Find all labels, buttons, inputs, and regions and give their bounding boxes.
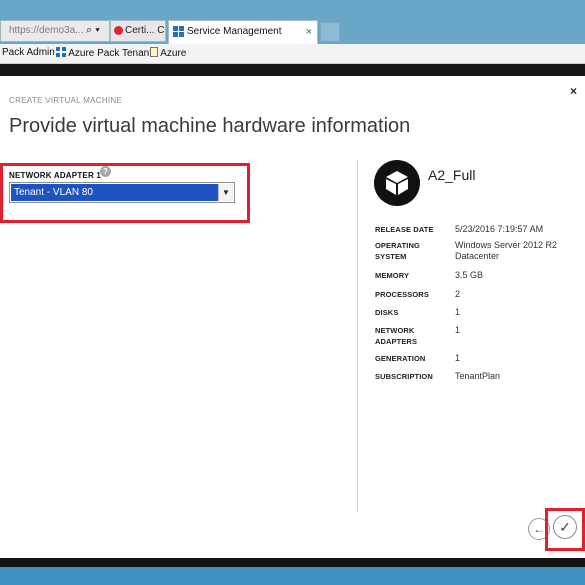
favorite-azure-label: Azure [160,48,187,59]
property-key: NETWORK ADAPTERS [375,326,418,346]
network-adapter-label: NETWORK ADAPTER 1 [9,171,101,180]
portal-overlay-top [0,64,585,76]
new-tab-button[interactable] [320,22,340,42]
favorite-azure[interactable]: Azure [150,47,186,59]
chevron-down-icon[interactable]: ▼ [218,184,233,201]
favorite-azure-pack-tenant-label: Azure Pack Tenant [68,48,152,59]
wizard-breadcrumb: CREATE VIRTUAL MACHINE [9,96,123,105]
property-key: PROCESSORS [375,290,429,299]
help-icon[interactable]: ? [100,166,111,177]
property-key: OPERATING SYSTEM [375,241,420,261]
property-value: 1 [455,307,461,317]
property-value: Windows Server 2012 R2 Datacenter [455,240,558,261]
vm-image-name: A2_Full [428,167,476,183]
tab-service-management[interactable]: Service Management × [168,20,318,44]
property-value: 1 [455,353,461,363]
property-key: DISKS [375,308,399,317]
property-key: SUBSCRIPTION [375,372,433,381]
close-icon[interactable]: × [570,84,577,98]
property-key: RELEASE DATE [375,225,434,234]
property-key: MEMORY [375,271,410,280]
property-value: TenantPlan [455,371,501,381]
close-tab-icon[interactable]: × [306,21,312,43]
page-icon [150,47,158,57]
tab-service-management-label: Service Management [187,26,282,37]
page-title: Provide virtual machine hardware informa… [9,115,411,137]
windows-logo-icon [173,26,184,37]
box-icon [374,160,420,206]
confirm-button[interactable]: ✓ [553,515,577,539]
portal-overlay-bottom [0,558,585,567]
property-value: 2 [455,289,461,299]
favorites-bar: Pack Admin Azure Pack Tenant Azure [0,44,585,64]
column-divider [357,160,358,512]
network-adapter-select[interactable]: Tenant - VLAN 80 ▼ [9,182,235,203]
error-icon [114,26,123,35]
windows-logo-icon [56,47,66,57]
property-value: 5/23/2016 7:19:57 AM [455,224,544,234]
property-value: 3.5 GB [455,270,484,280]
favorite-pack-admin[interactable]: Pack Admin [2,47,55,58]
search-icon[interactable]: ⌕ ▾ [86,24,100,37]
taskbar [0,567,585,585]
favorite-azure-pack-tenant[interactable]: Azure Pack Tenant [56,47,152,59]
property-key: GENERATION [375,354,426,363]
property-value: 1 [455,325,461,335]
tab-certificate-error[interactable]: Certi... C [110,20,166,42]
network-adapter-selected-value: Tenant - VLAN 80 [11,184,218,201]
